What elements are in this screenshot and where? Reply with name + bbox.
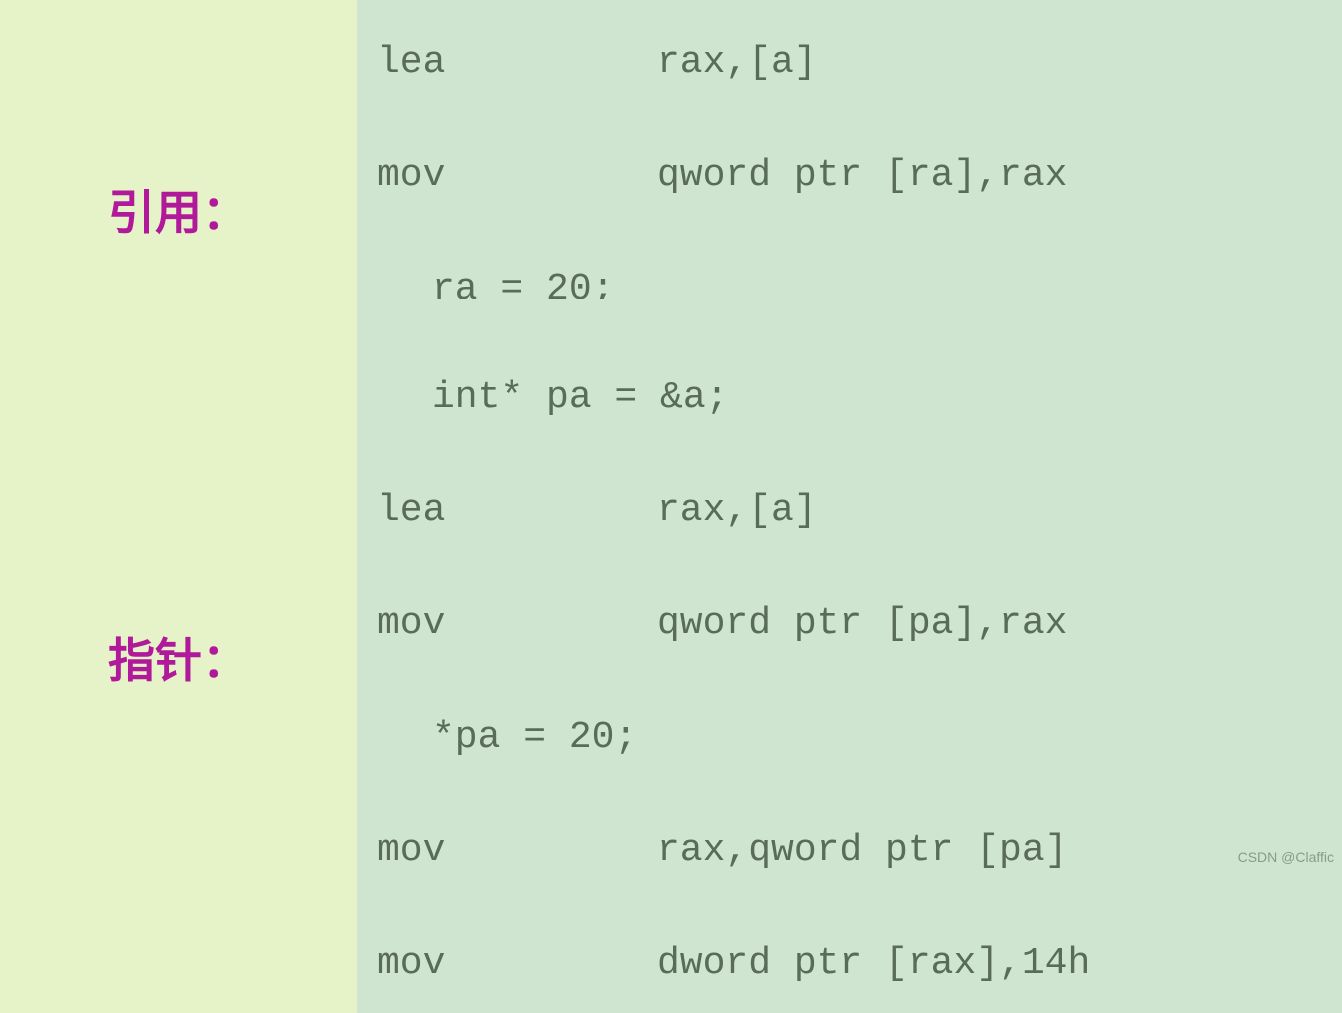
- mnemonic: lea: [377, 483, 657, 540]
- code-asm-line: learax,[a]: [377, 35, 1322, 92]
- watermark: CSDN @Claffic: [1238, 849, 1334, 865]
- mnemonic: mov: [377, 936, 657, 993]
- pointer-label-col: 指针：: [0, 622, 357, 691]
- operands: rax,[a]: [657, 41, 817, 84]
- operands: qword ptr [pa],rax: [657, 602, 1067, 645]
- mnemonic: mov: [377, 148, 657, 205]
- code-source-line: *pa = 20;: [377, 710, 1322, 767]
- operands: rax,qword ptr [pa]: [657, 829, 1067, 872]
- code-asm-line: learax,[a]: [377, 483, 1322, 540]
- operands: dword ptr [rax],14h: [657, 942, 1090, 985]
- code-asm-line: movqword ptr [ra],rax: [377, 148, 1322, 205]
- reference-label: 引用：: [108, 174, 249, 243]
- code-source-line: int* pa = &a;: [377, 370, 1322, 427]
- reference-label-col: 引用：: [0, 174, 357, 243]
- code-asm-line: movqword ptr [pa],rax: [377, 596, 1322, 653]
- mnemonic: mov: [377, 596, 657, 653]
- mnemonic: lea: [377, 35, 657, 92]
- operands: rax,[a]: [657, 489, 817, 532]
- code-asm-line: movdword ptr [rax],14h: [377, 936, 1322, 993]
- operands: qword ptr [ra],rax: [657, 154, 1067, 197]
- mnemonic: mov: [377, 823, 657, 880]
- pointer-section: 指针： int* pa = &a; learax,[a] movqword pt…: [0, 446, 1342, 866]
- code-asm-line: movrax,qword ptr [pa]: [377, 823, 1322, 880]
- pointer-code-block: int* pa = &a; learax,[a] movqword ptr [p…: [357, 299, 1342, 1012]
- pointer-label: 指针：: [108, 622, 249, 691]
